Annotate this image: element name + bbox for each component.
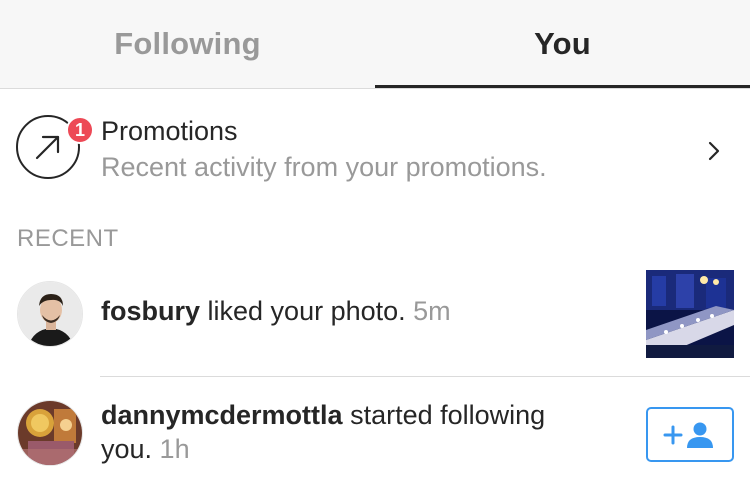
chevron-right-icon <box>708 141 720 161</box>
add-user-icon <box>663 422 713 448</box>
notification-badge: 1 <box>66 116 94 144</box>
activity-action-continued: you. <box>101 434 153 464</box>
activity-text: dannymcdermottla started following you. 1… <box>101 398 545 466</box>
section-label-recent: RECENT <box>17 225 119 252</box>
tab-following[interactable]: Following <box>0 0 375 88</box>
activity-text: fosbury liked your photo. 5m <box>101 294 451 328</box>
activity-action: started following <box>342 400 546 430</box>
activity-time: 5m <box>405 296 451 326</box>
activity-time: 1h <box>152 434 190 464</box>
username-link[interactable]: fosbury <box>101 296 200 326</box>
promotions-row[interactable]: 1 Promotions Recent activity from your p… <box>0 89 750 211</box>
row-divider <box>100 376 750 377</box>
photo-thumbnail[interactable] <box>646 270 734 358</box>
promotions-title: Promotions <box>101 116 238 146</box>
activity-action: liked your photo. <box>200 296 406 326</box>
activity-tabs: Following You <box>0 0 750 88</box>
tab-you[interactable]: You <box>375 0 750 88</box>
promotions-subtitle: Recent activity from your promotions. <box>101 152 547 182</box>
avatar[interactable] <box>17 281 83 347</box>
username-link[interactable]: dannymcdermottla <box>101 400 343 430</box>
follow-button[interactable] <box>646 407 734 462</box>
avatar[interactable] <box>17 400 83 466</box>
